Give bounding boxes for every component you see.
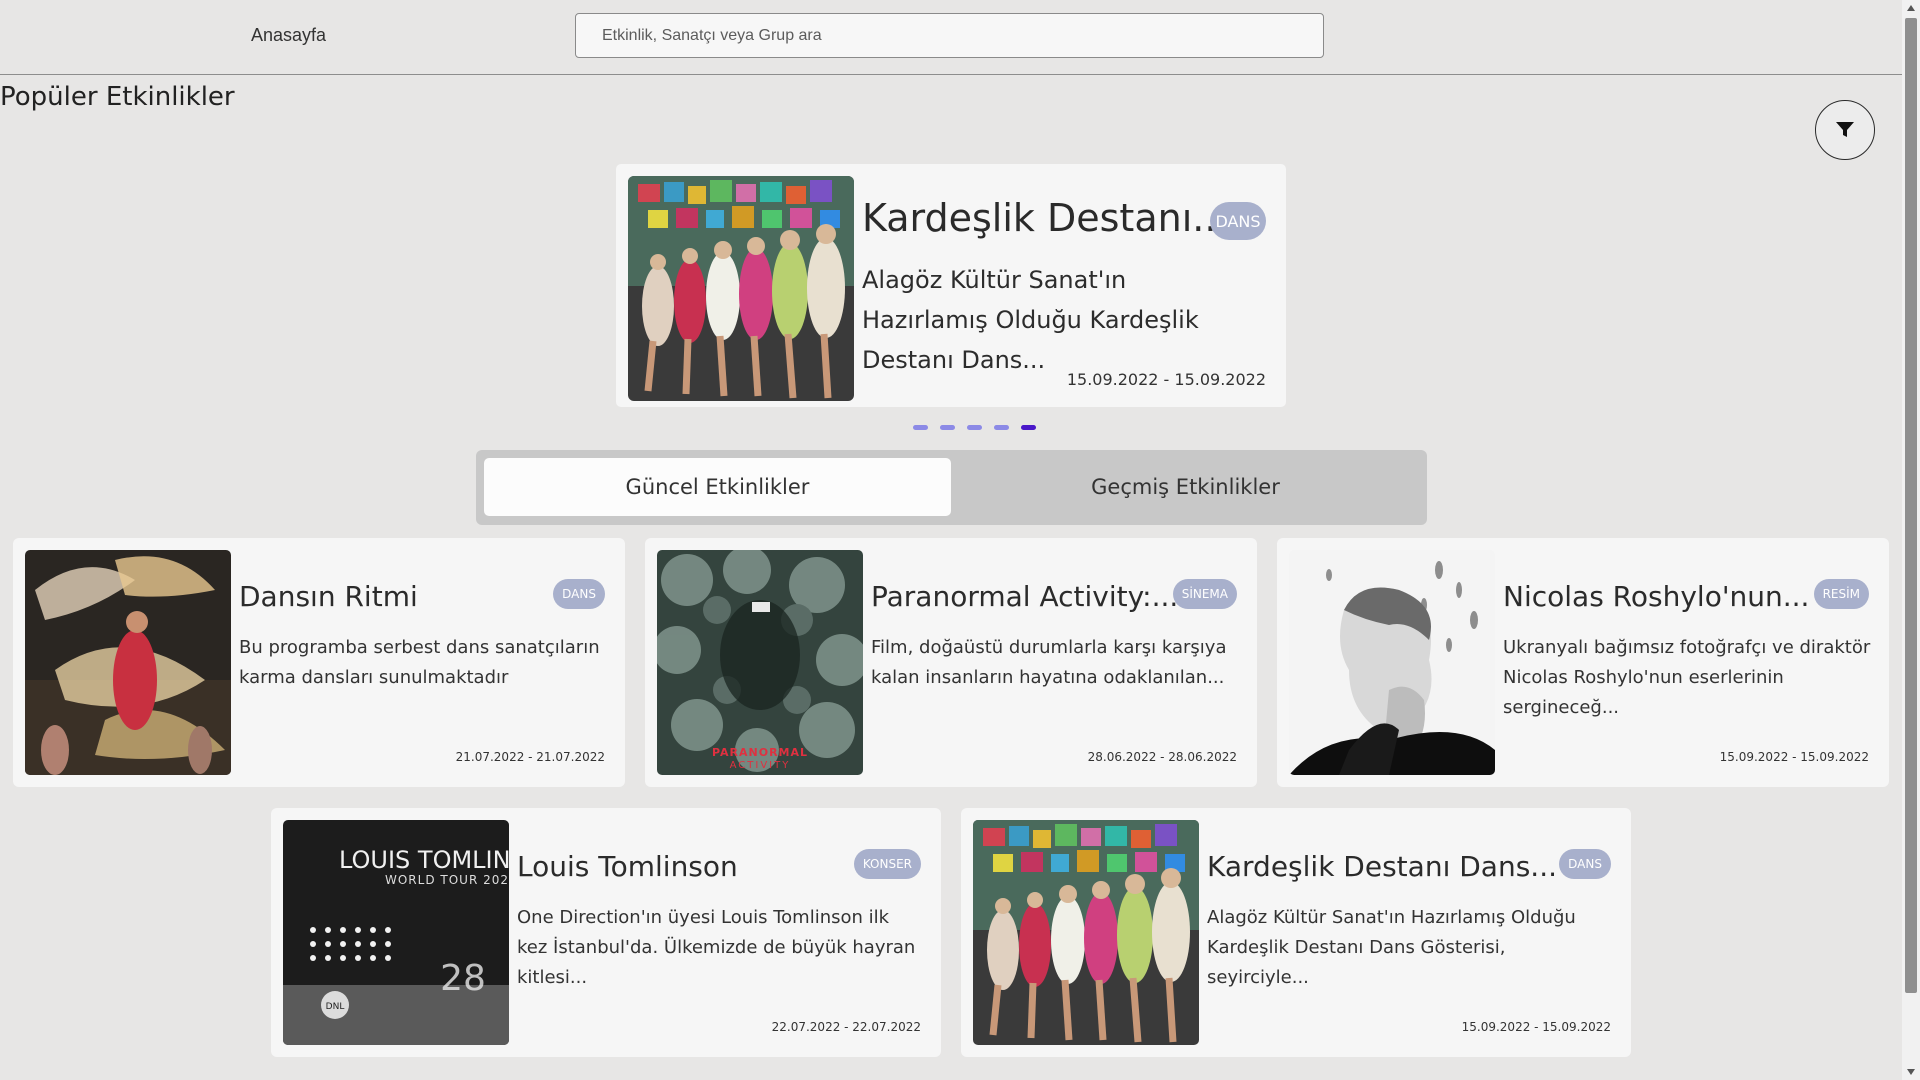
search-input[interactable] [576, 14, 1323, 57]
carousel-dot[interactable] [940, 425, 955, 430]
event-date: 28.06.2022 - 28.06.2022 [1087, 750, 1237, 764]
event-title: Kardeşlik Destanı Dans... [1207, 850, 1557, 883]
section-title: Popüler Etkinlikler [0, 82, 235, 112]
featured-event-image [628, 176, 854, 401]
nav-home-link[interactable]: Anasayfa [251, 25, 326, 46]
tab-current-events[interactable]: Güncel Etkinlikler [484, 458, 951, 516]
event-card[interactable]: Dansın Ritmi DANS Bu programba serbest d… [13, 538, 625, 787]
featured-event-title: Kardeşlik Destanı... [862, 196, 1229, 240]
event-title: Paranormal Activity:... [871, 580, 1179, 613]
event-tabs: Güncel Etkinlikler Geçmiş Etkinlikler [476, 450, 1427, 525]
category-badge: RESİM [1813, 579, 1869, 609]
featured-category-badge: DANS [1210, 202, 1266, 240]
top-header: Anasayfa [0, 0, 1902, 75]
event-date: 22.07.2022 - 22.07.2022 [771, 1020, 921, 1034]
svg-text:28: 28 [440, 958, 486, 999]
carousel-indicators [913, 425, 1036, 430]
event-image: PARANORMAL ACTIVITY [657, 550, 863, 775]
event-image [973, 820, 1199, 1045]
event-title: Dansın Ritmi [239, 580, 418, 613]
carousel-dot[interactable] [994, 425, 1009, 430]
svg-text:DNL: DNL [326, 1002, 345, 1012]
event-image [1289, 550, 1495, 775]
event-card[interactable]: DNL 28 LOUIS TOMLIN WORLD TOUR 202 Louis… [271, 808, 941, 1057]
event-description: Alagöz Kültür Sanat'ın Hazırlamış Olduğu… [1207, 907, 1576, 988]
event-image: DNL 28 LOUIS TOMLIN WORLD TOUR 202 [283, 820, 509, 1045]
scroll-down-arrow-icon[interactable] [1902, 1064, 1920, 1080]
event-description: Bu programba serbest dans sanatçıların k… [239, 637, 600, 688]
category-badge: SİNEMA [1172, 579, 1237, 609]
carousel-dot[interactable] [913, 425, 928, 430]
poster-text: PARANORMAL [712, 746, 808, 759]
event-image [25, 550, 231, 775]
event-date: 15.09.2022 - 15.09.2022 [1461, 1020, 1611, 1034]
event-card[interactable]: PARANORMAL ACTIVITY Paranormal Activity:… [645, 538, 1257, 787]
event-title: Nicolas Roshylo'nun... [1503, 580, 1810, 613]
event-description: One Direction'ın üyesi Louis Tomlinson i… [517, 907, 916, 988]
search-box[interactable] [575, 13, 1324, 58]
event-title: Louis Tomlinson [517, 850, 738, 883]
featured-event-description: Alagöz Kültür Sanat'ın Hazırlamış Olduğu… [862, 266, 1199, 374]
svg-text:ACTIVITY: ACTIVITY [730, 760, 791, 771]
event-card[interactable]: Kardeşlik Destanı Dans... DANS Alagöz Kü… [961, 808, 1631, 1057]
featured-event-card[interactable]: Kardeşlik Destanı... DANS Alagöz Kültür … [616, 164, 1286, 407]
tab-past-events[interactable]: Geçmiş Etkinlikler [952, 458, 1419, 516]
event-description: Ukranyalı bağımsız fotoğrafçı ve diraktö… [1503, 637, 1871, 718]
event-date: 21.07.2022 - 21.07.2022 [455, 750, 605, 764]
scrollbar-thumb[interactable] [1905, 18, 1917, 993]
event-description: Film, doğaüstü durumlarla karşı karşıya … [871, 637, 1227, 688]
event-date: 15.09.2022 - 15.09.2022 [1719, 750, 1869, 764]
category-badge: DANS [1559, 849, 1611, 879]
category-badge: KONSER [853, 849, 921, 879]
filter-icon [1836, 122, 1854, 137]
featured-event-date: 15.09.2022 - 15.09.2022 [1066, 370, 1266, 389]
poster-subtitle: WORLD TOUR 202 [385, 873, 509, 887]
event-card[interactable]: Nicolas Roshylo'nun... RESİM Ukranyalı b… [1277, 538, 1889, 787]
carousel-dot-active[interactable] [1021, 425, 1036, 430]
page-scrollbar[interactable] [1902, 0, 1920, 1080]
filter-button[interactable] [1815, 100, 1875, 160]
poster-title: LOUIS TOMLIN [339, 846, 509, 874]
category-badge: DANS [553, 579, 605, 609]
scroll-up-arrow-icon[interactable] [1902, 0, 1920, 16]
carousel-dot[interactable] [967, 425, 982, 430]
